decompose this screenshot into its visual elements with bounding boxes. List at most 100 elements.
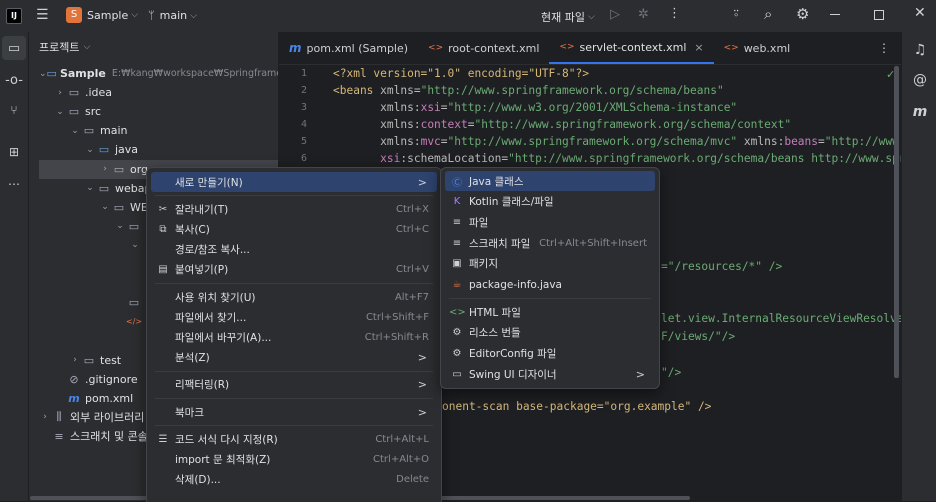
menu-item[interactable]: 새로 만들기(N) > — [151, 172, 437, 192]
menu-item[interactable]: import 문 최적화(Z) Ctrl+Alt+O — [151, 449, 437, 469]
menu-item-label: 패키지 — [469, 258, 498, 271]
tree-item[interactable]: ⌄ ▭ src — [29, 102, 278, 121]
menu-item[interactable]: ⚙ 리소스 번들 — [445, 323, 655, 343]
branch-switcher[interactable]: ᛘ main ⌵ — [148, 9, 197, 22]
close-icon[interactable]: × — [694, 41, 703, 54]
chevron-right-icon[interactable]: › — [54, 88, 66, 98]
code-token: xsi — [380, 152, 401, 165]
chevron-right-icon: > — [417, 378, 427, 392]
pull-requests-icon[interactable]: ⑂ — [0, 98, 28, 122]
editor-tabs: m pom.xml (Sample) <> root-context.xml <> ser… — [279, 32, 902, 65]
chevron-right-icon[interactable]: › — [39, 412, 51, 422]
chevron-down-icon[interactable]: ⌄ — [84, 145, 96, 155]
xml-file-icon: <> — [723, 43, 739, 53]
project-toolwindow-icon[interactable]: ▭ — [2, 36, 26, 60]
tab-web-xml[interactable]: <> web.xml — [714, 32, 801, 64]
menu-item-label: Java 클래스 — [469, 175, 524, 188]
maven-icon[interactable]: m — [906, 100, 934, 124]
search-icon[interactable]: ⌕ — [764, 5, 772, 23]
menu-item[interactable]: ≡ 스크래치 파일 Ctrl+Alt+Shift+Insert — [445, 233, 655, 253]
more-toolwindows-icon[interactable]: ⋯ — [0, 172, 28, 196]
menu-item[interactable]: ▭ Swing UI 디자이너 > — [445, 364, 655, 384]
maximize-button[interactable] — [874, 10, 884, 20]
menu-item-icon: Ⓒ — [452, 177, 462, 189]
chevron-down-icon[interactable]: ⌄ — [54, 107, 66, 117]
chevron-right-icon[interactable]: › — [99, 164, 111, 174]
project-switcher[interactable]: S Sample ⌵ — [66, 7, 138, 23]
gear-icon[interactable]: ⚙ — [796, 5, 809, 23]
ai-assistant-icon[interactable]: @ — [906, 68, 934, 92]
tab-root-context-xml[interactable]: <> root-context.xml — [418, 32, 549, 64]
right-toolwindow-bar: ♫ @ m — [901, 32, 936, 501]
menu-item[interactable]: ▣ 패키지 — [445, 254, 655, 274]
menu-item[interactable]: ▤ 붙여넣기(P) Ctrl+V — [151, 260, 437, 280]
chevron-down-icon[interactable]: ⌄ — [129, 240, 141, 250]
menu-item-shortcut: Ctrl+Shift+F — [365, 311, 429, 323]
library-icon: ⫼ — [56, 410, 62, 424]
chevron-down-icon[interactable]: ⌄ — [39, 69, 47, 79]
tree-item-label: Sample — [59, 67, 106, 80]
main-menu-icon[interactable]: ☰ — [36, 8, 50, 22]
menu-item-shortcut: Alt+F7 — [394, 291, 429, 303]
menu-item[interactable]: ☕ package-info.java — [445, 275, 655, 295]
menu-item[interactable]: ≡ 파일 — [445, 212, 655, 232]
menu-item[interactable]: 분석(Z) > — [151, 348, 437, 368]
menu-item-label: 스크래치 파일 — [469, 237, 531, 250]
run-icon[interactable]: ▷ — [610, 7, 620, 22]
run-config-selector[interactable]: 현재 파일 ⌵ — [541, 9, 595, 25]
code-view[interactable]: <?xml version="1.0" encoding="UTF-8"?> <b… — [333, 65, 903, 167]
commit-icon[interactable]: -o- — [0, 68, 28, 92]
menu-item[interactable]: 경로/참조 복사... — [151, 240, 437, 260]
menu-item[interactable]: 사용 위치 찾기(U) Alt+F7 — [151, 287, 437, 307]
chevron-down-icon[interactable]: ⌄ — [99, 202, 111, 212]
close-window-button[interactable]: ✕ — [914, 5, 926, 21]
tree-item[interactable]: › ▭ .idea — [29, 83, 278, 102]
structure-icon[interactable]: ⊞ — [0, 140, 28, 164]
more-actions-icon[interactable]: ⋮ — [668, 6, 681, 21]
menu-item[interactable]: Ⓒ Java 클래스 — [445, 171, 655, 191]
menu-item[interactable]: K Kotlin 클래스/파일 — [445, 192, 655, 212]
tree-item[interactable]: ⌄▭Sample E:₩kang₩workspace₩Springframewor… — [29, 64, 278, 83]
menu-item-label: 붙여넣기(P) — [175, 264, 229, 277]
menu-item-shortcut: Ctrl+C — [395, 223, 429, 235]
debug-icon[interactable]: ✲ — [638, 7, 649, 22]
chevron-down-icon[interactable]: ⌄ — [114, 221, 126, 231]
chevron-right-icon: > — [417, 351, 427, 365]
code-token: xmlns: — [380, 118, 421, 131]
chevron-down-icon: ⌵ — [131, 10, 139, 20]
chevron-down-icon[interactable]: ⌄ — [84, 183, 96, 193]
chevron-right-icon[interactable]: › — [69, 355, 81, 365]
menu-item[interactable]: 삭제(D)... Delete — [151, 470, 437, 490]
menu-item-icon: ▣ — [452, 258, 462, 270]
editor-vertical-scrollbar[interactable] — [894, 66, 899, 378]
tab-pom-xml-sample-[interactable]: m pom.xml (Sample) — [279, 32, 418, 64]
app-logo-icon[interactable]: IJ — [6, 8, 22, 24]
menu-item[interactable]: 파일에서 찾기... Ctrl+Shift+F — [151, 307, 437, 327]
code-token: = — [440, 135, 448, 148]
project-panel-header[interactable]: 프로젝트 ⌵ — [29, 32, 278, 62]
tree-item[interactable]: ⌄ ▭ java — [29, 140, 278, 159]
menu-item[interactable]: ☰ 코드 서식 다시 지정(R) Ctrl+Alt+L — [151, 429, 437, 449]
tab-servlet-context-xml[interactable]: <> servlet-context.xml × — [549, 32, 714, 64]
menu-item[interactable]: 파일에서 바꾸기(A)... Ctrl+Shift+R — [151, 327, 437, 347]
folder-icon: ▭ — [128, 219, 140, 233]
chevron-right-icon: > — [417, 405, 427, 419]
menu-item-icon: ☕ — [452, 279, 462, 290]
run-config-label: 현재 파일 — [541, 11, 585, 24]
menu-separator — [155, 370, 433, 372]
add-user-icon[interactable]: ⍤ — [732, 6, 740, 22]
code-token: "http://www.springframework.org/schema/b… — [508, 152, 903, 165]
chevron-down-icon[interactable]: ⌄ — [69, 126, 81, 136]
menu-item[interactable]: <> HTML 파일 — [445, 302, 655, 322]
code-fragment: F/views/"/> — [661, 330, 736, 343]
menu-item-icon: ▤ — [158, 264, 168, 276]
tree-item[interactable]: ⌄ ▭ main — [29, 121, 278, 140]
notifications-icon[interactable]: ♫ — [906, 38, 934, 62]
menu-item[interactable]: ⚙ EditorConfig 파일 — [445, 344, 655, 364]
menu-item[interactable]: 리팩터링(R) > — [151, 375, 437, 395]
menu-item[interactable]: ✂ 잘라내기(T) Ctrl+X — [151, 199, 437, 219]
tab-options-icon[interactable]: ⋮ — [878, 41, 890, 55]
menu-item[interactable]: 북마크 > — [151, 402, 437, 422]
minimize-button[interactable] — [830, 14, 840, 15]
menu-item[interactable]: ⧉ 복사(C) Ctrl+C — [151, 219, 437, 239]
